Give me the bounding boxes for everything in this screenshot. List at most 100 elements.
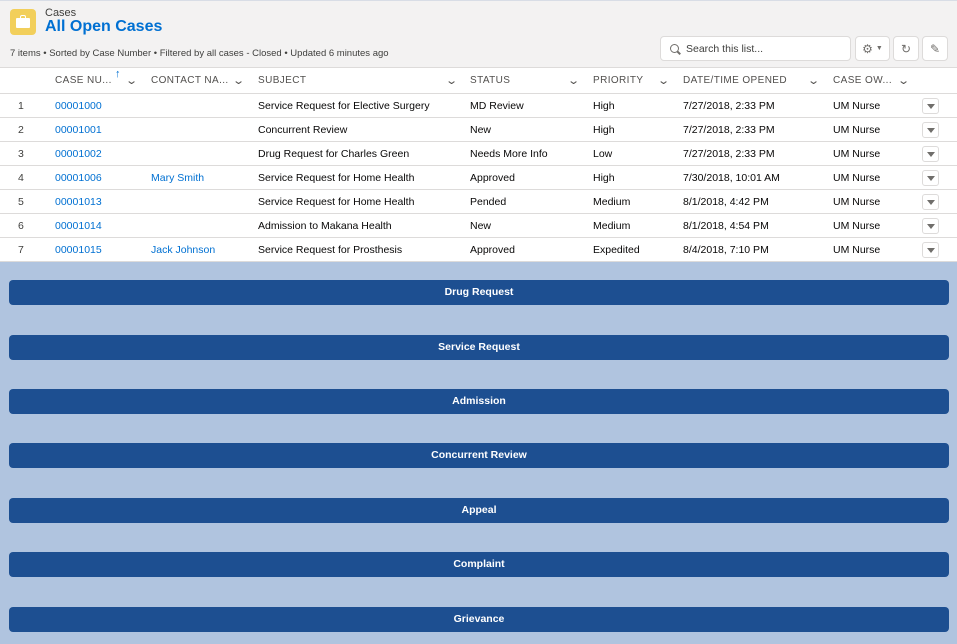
- list-settings-button[interactable]: ⚙ ▼: [855, 36, 890, 61]
- date-opened-cell: 7/27/2018, 2:33 PM: [683, 124, 775, 136]
- case-owner-cell: UM Nurse: [833, 124, 881, 136]
- subject-cell: Service Request for Elective Surgery: [258, 100, 430, 112]
- refresh-button[interactable]: ↻: [893, 36, 919, 61]
- drug-request-button[interactable]: Drug Request: [9, 280, 949, 305]
- subject-cell: Service Request for Prosthesis: [258, 244, 403, 256]
- case-list-view: Cases All Open Cases 7 items • Sorted by…: [0, 0, 957, 262]
- row-number: 3: [18, 148, 24, 160]
- subject-cell: Drug Request for Charles Green: [258, 148, 410, 160]
- case-owner-cell: UM Nurse: [833, 220, 881, 232]
- table-column-header: CASE NU... ↑ ⌄ CONTACT NA... ⌄ SUBJECT ⌄…: [0, 68, 957, 94]
- row-action-menu-button[interactable]: [922, 98, 939, 114]
- date-opened-cell: 8/1/2018, 4:42 PM: [683, 196, 769, 208]
- priority-cell: Low: [593, 148, 613, 160]
- case-number-link[interactable]: 00001002: [55, 142, 102, 166]
- list-view-header: Cases All Open Cases 7 items • Sorted by…: [0, 1, 957, 68]
- column-label: PRIORITY: [593, 75, 644, 86]
- priority-cell: Medium: [593, 196, 631, 208]
- contact-name-link[interactable]: Mary Smith: [151, 166, 204, 190]
- priority-cell: Expedited: [593, 244, 640, 256]
- admission-button[interactable]: Admission: [9, 389, 949, 414]
- complaint-button[interactable]: Complaint: [9, 552, 949, 577]
- date-opened-cell: 7/27/2018, 2:33 PM: [683, 148, 775, 160]
- row-action-menu-button[interactable]: [922, 122, 939, 138]
- status-cell: Approved: [470, 244, 515, 256]
- column-label: CASE NU...: [55, 75, 112, 86]
- case-number-link[interactable]: 00001013: [55, 190, 102, 214]
- column-header-case-owner[interactable]: CASE OW...: [833, 68, 892, 94]
- grievance-button[interactable]: Grievance: [9, 607, 949, 632]
- status-cell: Pended: [470, 196, 507, 208]
- table-row: 4 00001006 Mary Smith Service Request fo…: [0, 166, 957, 190]
- list-view-meta: 7 items • Sorted by Case Number • Filter…: [10, 48, 389, 59]
- inline-edit-button[interactable]: ✎: [922, 36, 948, 61]
- column-header-priority[interactable]: PRIORITY: [593, 68, 643, 94]
- briefcase-icon: [10, 9, 36, 35]
- case-owner-cell: UM Nurse: [833, 172, 881, 184]
- list-view-title[interactable]: All Open Cases: [45, 18, 162, 36]
- subject-cell: Service Request for Home Health: [258, 196, 415, 208]
- row-action-menu-button[interactable]: [922, 218, 939, 234]
- gear-icon: ⚙: [862, 41, 873, 56]
- pencil-icon: ✎: [929, 41, 941, 56]
- table-row: 2 00001001 Concurrent Review New High 7/…: [0, 118, 957, 142]
- priority-cell: High: [593, 172, 615, 184]
- case-number-link[interactable]: 00001015: [55, 238, 102, 262]
- concurrent-review-button[interactable]: Concurrent Review: [9, 443, 949, 468]
- subject-cell: Service Request for Home Health: [258, 172, 415, 184]
- row-number: 4: [18, 172, 24, 184]
- row-number: 6: [18, 220, 24, 232]
- status-cell: MD Review: [470, 100, 524, 112]
- table-row: 6 00001014 Admission to Makana Health Ne…: [0, 214, 957, 238]
- table-row: 7 00001015 Jack Johnson Service Request …: [0, 238, 957, 262]
- row-action-menu-button[interactable]: [922, 170, 939, 186]
- date-opened-cell: 8/1/2018, 4:54 PM: [683, 220, 769, 232]
- column-header-subject[interactable]: SUBJECT: [258, 68, 306, 94]
- priority-cell: Medium: [593, 220, 631, 232]
- column-header-date-opened[interactable]: DATE/TIME OPENED: [683, 68, 787, 94]
- row-action-menu-button[interactable]: [922, 242, 939, 258]
- column-label: DATE/TIME OPENED: [683, 75, 788, 86]
- caret-down-icon: ▼: [875, 45, 883, 52]
- search-list-input[interactable]: [686, 40, 846, 57]
- column-header-contact-name[interactable]: CONTACT NA...: [151, 68, 229, 94]
- case-number-link[interactable]: 00001000: [55, 94, 102, 118]
- column-header-status[interactable]: STATUS: [470, 68, 510, 94]
- date-opened-cell: 7/30/2018, 10:01 AM: [683, 172, 780, 184]
- case-number-link[interactable]: 00001014: [55, 214, 102, 238]
- status-cell: Approved: [470, 172, 515, 184]
- refresh-icon: ↻: [900, 41, 912, 56]
- case-owner-cell: UM Nurse: [833, 244, 881, 256]
- sort-ascending-icon[interactable]: ↑: [115, 68, 121, 80]
- row-action-menu-button[interactable]: [922, 146, 939, 162]
- column-label: SUBJECT: [258, 75, 307, 86]
- status-cell: Needs More Info: [470, 148, 548, 160]
- table-row: 1 00001000 Service Request for Elective …: [0, 94, 957, 118]
- row-number: 7: [18, 244, 24, 256]
- appeal-button[interactable]: Appeal: [9, 498, 949, 523]
- subject-cell: Admission to Makana Health: [258, 220, 392, 232]
- table-row: 5 00001013 Service Request for Home Heal…: [0, 190, 957, 214]
- case-number-link[interactable]: 00001001: [55, 118, 102, 142]
- column-label: CASE OW...: [833, 75, 893, 86]
- table-row: 3 00001002 Drug Request for Charles Gree…: [0, 142, 957, 166]
- case-owner-cell: UM Nurse: [833, 196, 881, 208]
- row-number: 5: [18, 196, 24, 208]
- row-action-menu-button[interactable]: [922, 194, 939, 210]
- priority-cell: High: [593, 124, 615, 136]
- column-label: STATUS: [470, 75, 511, 86]
- case-owner-cell: UM Nurse: [833, 100, 881, 112]
- column-label: CONTACT NA...: [151, 75, 229, 86]
- service-request-button[interactable]: Service Request: [9, 335, 949, 360]
- case-owner-cell: UM Nurse: [833, 148, 881, 160]
- contact-name-link[interactable]: Jack Johnson: [151, 238, 215, 262]
- case-number-link[interactable]: 00001006: [55, 166, 102, 190]
- row-number: 2: [18, 124, 24, 136]
- date-opened-cell: 8/4/2018, 7:10 PM: [683, 244, 769, 256]
- column-header-case-number[interactable]: CASE NU...: [55, 68, 112, 94]
- date-opened-cell: 7/27/2018, 2:33 PM: [683, 100, 775, 112]
- search-icon: [670, 44, 679, 53]
- priority-cell: High: [593, 100, 615, 112]
- search-list-box[interactable]: [660, 36, 851, 61]
- status-cell: New: [470, 124, 492, 136]
